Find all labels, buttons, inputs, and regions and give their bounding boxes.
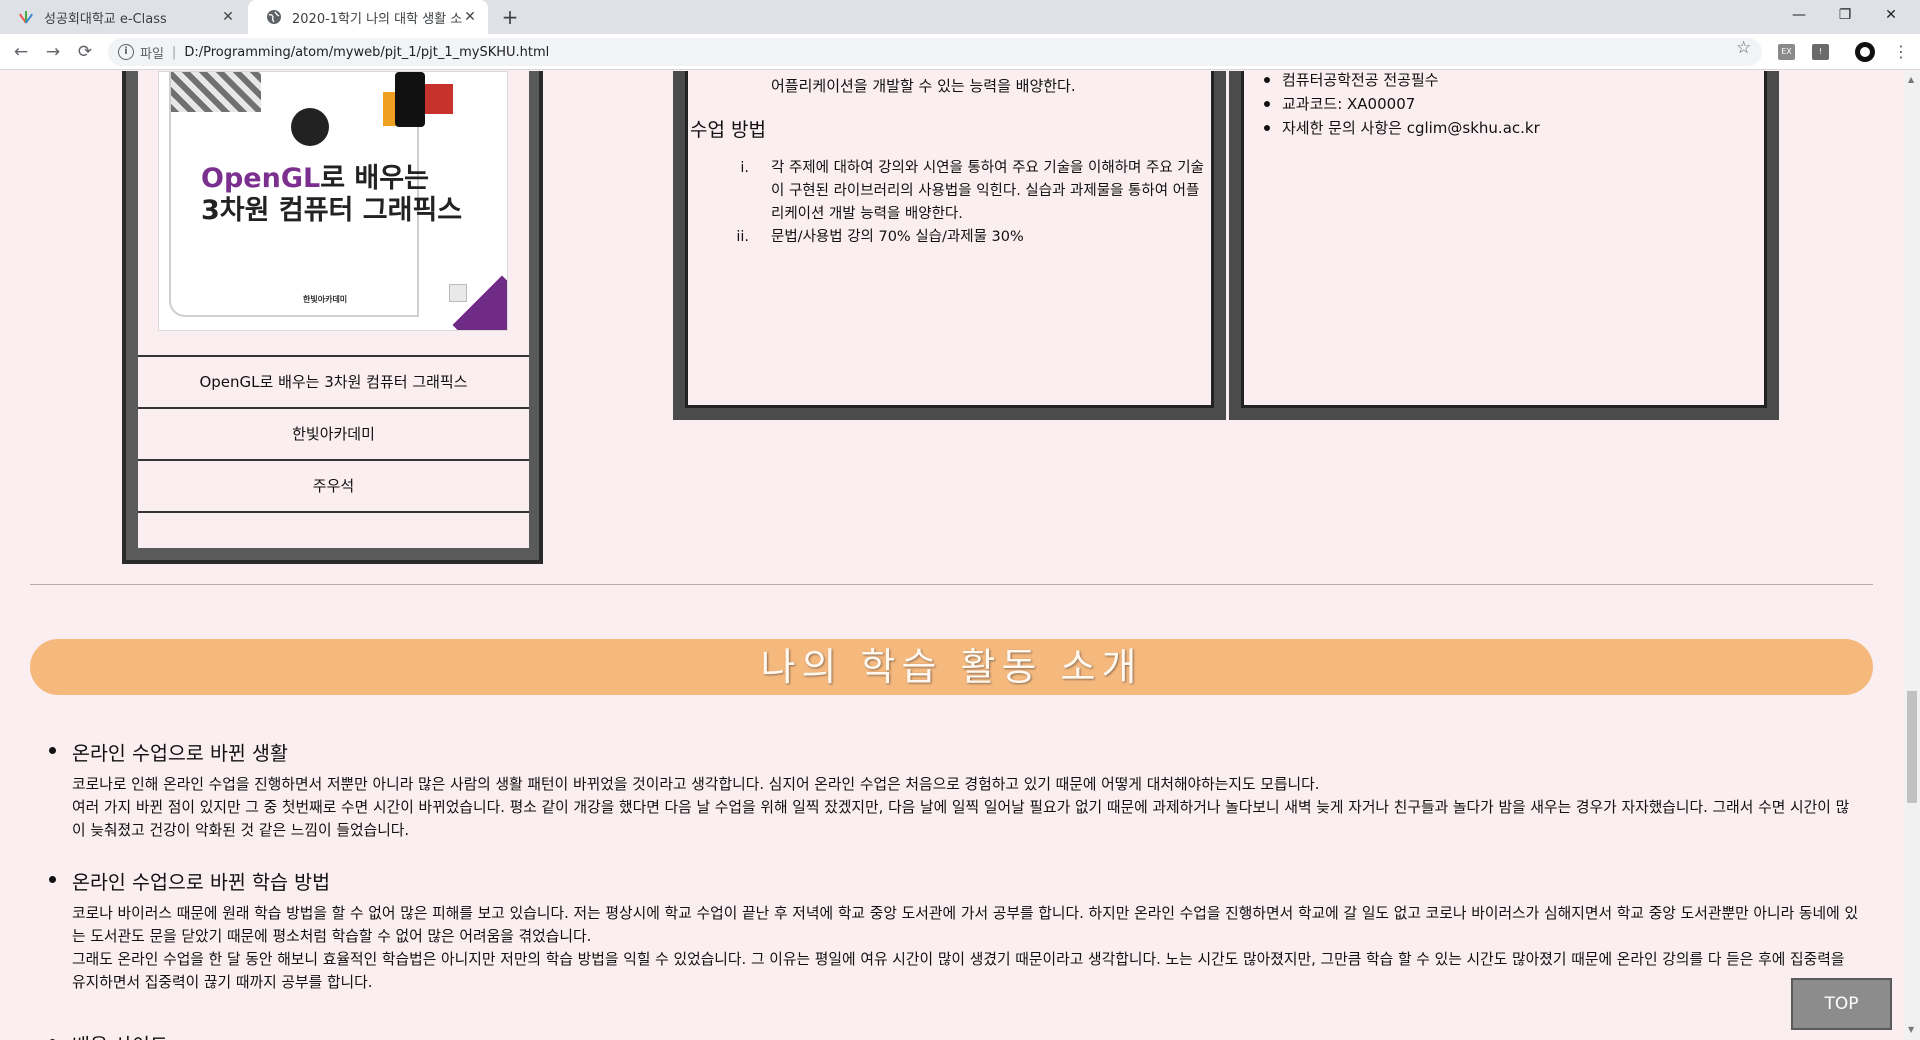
section-banner: 나의 학습 활동 소개 bbox=[30, 639, 1873, 695]
scroll-down-icon[interactable]: ▼ bbox=[1908, 1025, 1914, 1034]
scroll-up-icon[interactable]: ▲ bbox=[1908, 75, 1914, 84]
extension-ex-icon[interactable]: EX bbox=[1778, 44, 1795, 60]
globe-icon bbox=[267, 10, 281, 24]
tab-eclass[interactable]: 성공회대학교 e-Class ✕ bbox=[0, 0, 246, 34]
method-item: i. 각 주제에 대하여 강의와 시연을 통하여 주요 기술을 이해하며 주요 … bbox=[740, 160, 1204, 222]
tab-title: 2020-1학기 나의 대학 생활 소개 bbox=[292, 11, 462, 27]
book-title: OpenGL로 배우는 3차원 컴퓨터 그래픽스 bbox=[138, 355, 529, 407]
activity-paragraph: 코로나로 인해 온라인 수업을 진행하면서 저뿐만 아니라 많은 사람의 생활 … bbox=[72, 776, 1320, 793]
restore-button[interactable]: ❐ bbox=[1822, 0, 1868, 30]
address-bar[interactable]: i 파일 | D:/Programming/atom/myweb/pjt_1/p… bbox=[108, 38, 1762, 66]
book-cover-image: OpenGL로 배우는 3차원 컴퓨터 그래픽스 한빛아카데미 bbox=[158, 71, 508, 331]
course-info-list: 컴퓨터공학전공 전공필수 교과코드: XA00007 자세한 문의 사항은 cg… bbox=[1262, 71, 1540, 140]
address-separator: | bbox=[171, 44, 177, 60]
back-button[interactable]: ← bbox=[9, 40, 33, 64]
textbook-card-inner: OpenGL로 배우는 3차원 컴퓨터 그래픽스 한빛아카데미 OpenGL로 … bbox=[138, 71, 529, 548]
bookmark-star-icon[interactable]: ☆ bbox=[1736, 38, 1751, 58]
info-item: 컴퓨터공학전공 전공필수 bbox=[1262, 71, 1540, 92]
info-item: 교과코드: XA00007 bbox=[1262, 92, 1540, 116]
book-publisher: 한빛아카데미 bbox=[138, 407, 529, 459]
forward-button[interactable]: → bbox=[41, 40, 65, 64]
site-info-icon[interactable]: i bbox=[118, 44, 134, 60]
activity-paragraph: 코로나 바이러스 때문에 원래 학습 방법을 할 수 없어 많은 피해를 보고 … bbox=[72, 905, 1859, 945]
scroll-thumb[interactable] bbox=[1907, 691, 1917, 803]
method-heading: 수업 방법 bbox=[690, 119, 766, 141]
textbook-card: OpenGL로 배우는 3차원 컴퓨터 그래픽스 한빛아카데미 OpenGL로 … bbox=[122, 71, 543, 564]
navigation-bar: ← → ⟳ i 파일 | D:/Programming/atom/myweb/p… bbox=[0, 34, 1920, 70]
activity-paragraph: 그래도 온라인 수업을 한 달 동안 해보니 효율적인 학습법은 아니지만 저만… bbox=[72, 951, 1845, 991]
window-close-button[interactable]: ✕ bbox=[1868, 0, 1914, 30]
eclass-favicon-icon bbox=[19, 11, 33, 24]
tab-strip: 성공회대학교 e-Class ✕ 2020-1학기 나의 대학 생활 소개 ✕ … bbox=[0, 0, 1920, 34]
book-author: 주우석 bbox=[138, 459, 529, 511]
page-scrollbar[interactable]: ▲ ▼ bbox=[1904, 71, 1920, 1040]
github-icon[interactable] bbox=[1855, 42, 1875, 62]
activity-heading: 배움 사이트 bbox=[49, 1029, 168, 1040]
course-goal-text: 어플리케이션을 개발할 수 있는 능력을 배양한다. bbox=[771, 77, 1076, 95]
minimize-button[interactable]: — bbox=[1776, 0, 1822, 30]
activity-heading: 온라인 수업으로 바뀐 생활 bbox=[49, 737, 288, 766]
tab-my-skhu[interactable]: 2020-1학기 나의 대학 생활 소개 ✕ bbox=[248, 0, 488, 34]
cover-title-line2: 3차원 컴퓨터 그래픽스 bbox=[201, 195, 463, 226]
menu-icon[interactable]: ⋮ bbox=[1893, 42, 1909, 61]
cover-publisher-logo: 한빛아카데미 bbox=[303, 295, 348, 304]
url-text[interactable]: D:/Programming/atom/myweb/pjt_1/pjt_1_my… bbox=[184, 45, 549, 60]
top-button[interactable]: TOP bbox=[1791, 978, 1892, 1030]
series-badge bbox=[291, 108, 329, 146]
tab-close-icon[interactable]: ✕ bbox=[220, 9, 236, 25]
new-tab-button[interactable]: + bbox=[498, 5, 522, 29]
activity-paragraph: 여러 가지 바뀐 점이 있지만 그 중 첫번째로 수면 시간이 바뀌었습니다. … bbox=[72, 799, 1850, 839]
reload-button[interactable]: ⟳ bbox=[73, 40, 97, 64]
info-item: 자세한 문의 사항은 cglim@skhu.ac.kr bbox=[1262, 116, 1540, 140]
chessboard-graphic bbox=[171, 72, 261, 112]
tab-title: 성공회대학교 e-Class bbox=[44, 11, 167, 27]
method-item: ii. 문법/사용법 강의 70% 실습/과제물 30% bbox=[736, 229, 1024, 245]
chess-king-graphic bbox=[395, 72, 425, 127]
section-divider bbox=[30, 584, 1873, 585]
activity-heading: 온라인 수업으로 바뀐 학습 방법 bbox=[48, 866, 330, 895]
extension-info-icon[interactable]: ! bbox=[1812, 44, 1829, 60]
scheme-label: 파일 bbox=[140, 46, 164, 62]
tab-close-icon[interactable]: ✕ bbox=[462, 9, 478, 25]
page-viewport: OpenGL로 배우는 3차원 컴퓨터 그래픽스 한빛아카데미 OpenGL로 … bbox=[0, 71, 1904, 1040]
